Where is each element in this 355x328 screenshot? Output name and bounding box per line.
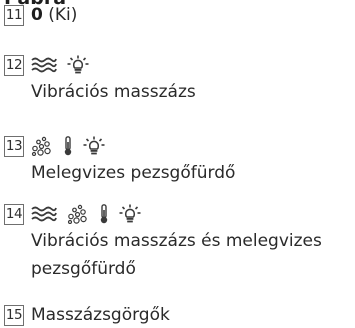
list-item-14: 14 Vibrációs masszázs és melegvizes pezs…	[4, 201, 355, 283]
list-item-11: 11 0 (Ki)	[4, 2, 355, 28]
item-description: Vibrációs masszázs	[31, 82, 196, 102]
item-description: Melegvizes pezsgőfürdő	[31, 163, 236, 183]
mode-icons	[31, 136, 105, 156]
item-description-line-2: pezsgőfürdő	[31, 259, 136, 279]
list-item-15: 15 Masszázsgörgők	[4, 302, 355, 328]
list-item-12: 12 Vibrációs masszázs	[4, 52, 355, 106]
off-position-zero: 0	[31, 5, 43, 25]
list-item-13: 13 Melegvizes pezsgőfürdő	[4, 133, 355, 187]
wave-icon	[31, 205, 57, 223]
item-number-box: 11	[4, 4, 24, 26]
item-label: 0 (Ki)	[31, 2, 77, 28]
heater-icon	[119, 204, 141, 224]
item-label: Masszázsgörgők	[31, 305, 170, 325]
item-number-box: 14	[4, 203, 24, 225]
bubbles-icon	[67, 204, 89, 224]
item-number-box: 15	[4, 304, 24, 326]
heater-icon	[83, 136, 105, 156]
item-description-line-1: Vibrációs masszázs és melegvizes	[31, 231, 322, 251]
mode-icons	[31, 55, 89, 75]
heater-icon	[67, 55, 89, 75]
thermometer-icon	[99, 204, 109, 224]
wave-icon	[31, 56, 57, 74]
item-number-box: 13	[4, 135, 24, 157]
item-number-box: 12	[4, 54, 24, 76]
mode-icons	[31, 204, 141, 224]
thermometer-icon	[63, 136, 73, 156]
bubbles-icon	[31, 136, 53, 156]
off-text: (Ki)	[48, 5, 78, 25]
